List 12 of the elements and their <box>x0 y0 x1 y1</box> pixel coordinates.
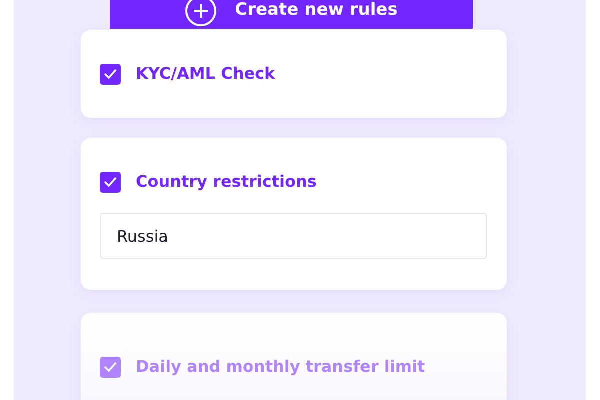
rule-label: Daily and monthly transfer limit <box>136 356 426 378</box>
rule-label: Country restrictions <box>136 171 317 193</box>
plus-icon <box>185 0 218 26</box>
check-icon <box>104 177 117 187</box>
country-field[interactable]: Russia <box>100 213 487 259</box>
checkbox[interactable] <box>100 64 121 84</box>
checkbox[interactable] <box>100 356 121 378</box>
check-icon <box>104 362 117 372</box>
check-icon <box>104 69 117 79</box>
checkbox[interactable] <box>100 172 121 192</box>
create-rules-button[interactable]: Create new rules <box>110 0 473 29</box>
rule-label: KYC/AML Check <box>136 63 276 85</box>
